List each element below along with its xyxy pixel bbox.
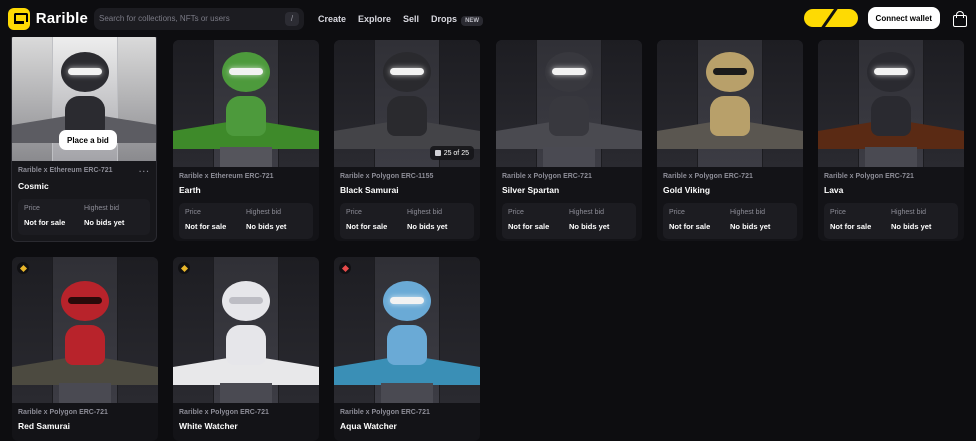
price-box: Price Not for sale Highest bid No bids yet (502, 203, 636, 239)
nft-name: Cosmic (18, 181, 49, 191)
copies-icon (434, 150, 441, 156)
new-badge: NEW (461, 15, 484, 26)
highest-bid-label: Highest bid (891, 209, 927, 216)
nft-name: Silver Spartan (502, 185, 560, 195)
nft-name: Black Samurai (340, 185, 399, 195)
nft-name: Aqua Watcher (340, 421, 397, 431)
collection-label: Rarible x Polygon ERC-721 (179, 409, 269, 416)
price-label: Price (185, 209, 201, 216)
rarible-logo-icon (8, 7, 30, 30)
price-value: Not for sale (185, 222, 227, 231)
price-value: Not for sale (669, 222, 711, 231)
edition-count: 25 of 25 (443, 149, 469, 157)
nft-card-white-watcher[interactable]: Rarible x Polygon ERC-721 White Watcher (173, 257, 319, 441)
highest-bid-value: No bids yet (569, 222, 610, 231)
highest-bid-label: Highest bid (407, 209, 443, 216)
nft-image (818, 40, 964, 167)
nav-sell[interactable]: Sell (403, 14, 419, 24)
highest-bid-label: Highest bid (84, 205, 120, 212)
collection-label: Rarible x Polygon ERC-721 (663, 173, 753, 180)
collection-label: Rarible x Polygon ERC-721 (340, 409, 430, 416)
price-box: Price Not for sale Highest bid No bids yet (824, 203, 958, 239)
logo-text: Rarible (35, 10, 88, 27)
collection-label: Rarible x Polygon ERC-1155 (340, 173, 434, 180)
highest-bid-value: No bids yet (246, 222, 287, 231)
place-bid-button[interactable]: Place a bid (59, 130, 117, 150)
network-toggle[interactable] (803, 9, 858, 27)
nft-card-aqua-watcher[interactable]: Rarible x Polygon ERC-721 Aqua Watcher (334, 257, 480, 441)
main-nav: Create Explore Sell Drops NEW (318, 13, 484, 26)
price-box: Price Not for sale Highest bid No bids yet (18, 199, 150, 235)
more-options-icon[interactable]: ··· (139, 167, 150, 176)
highest-bid-label: Highest bid (569, 209, 605, 216)
nft-card-cosmic[interactable]: Place a bid Rarible x Ethereum ERC-721 ··… (11, 33, 157, 242)
collection-label: Rarible x Polygon ERC-721 (824, 173, 914, 180)
search-input[interactable] (99, 14, 285, 23)
price-value: Not for sale (508, 222, 550, 231)
nft-image (334, 257, 480, 403)
nav-drops[interactable]: Drops NEW (431, 13, 484, 26)
top-header: Rarible / Create Explore Sell DropsNEW C… (0, 0, 976, 37)
creator-badge-icon (339, 262, 351, 274)
search-bar[interactable]: / (94, 7, 304, 30)
nav-drops-label: Drops (431, 13, 458, 24)
nft-card-earth[interactable]: Rarible x Ethereum ERC-721 Earth Price No… (173, 40, 319, 241)
collection-label: Rarible x Polygon ERC-721 (502, 173, 592, 180)
nft-image (173, 257, 319, 403)
highest-bid-value: No bids yet (407, 222, 448, 231)
highest-bid-value: No bids yet (84, 218, 125, 227)
price-label: Price (669, 209, 685, 216)
nav-create[interactable]: Create (318, 14, 346, 24)
price-label: Price (830, 209, 846, 216)
nft-name: White Watcher (179, 421, 238, 431)
collection-label: Rarible x Ethereum ERC-721 (18, 167, 113, 174)
nft-card-silver-spartan[interactable]: Rarible x Polygon ERC-721 Silver Spartan… (496, 40, 642, 241)
nav-explore[interactable]: Explore (358, 14, 391, 24)
nft-name: Lava (824, 185, 844, 195)
creator-badge-icon (17, 262, 29, 274)
nft-image (496, 40, 642, 167)
creator-badge-icon (178, 262, 190, 274)
price-label: Price (508, 209, 524, 216)
nft-card-lava[interactable]: Rarible x Polygon ERC-721 Lava Price Not … (818, 40, 964, 241)
collection-label: Rarible x Ethereum ERC-721 (179, 173, 274, 180)
search-shortcut-key: / (285, 11, 299, 26)
nft-name: Red Samurai (18, 421, 70, 431)
price-value: Not for sale (346, 222, 388, 231)
rarible-logo[interactable]: Rarible (8, 7, 88, 30)
price-box: Price Not for sale Highest bid No bids yet (663, 203, 797, 239)
highest-bid-label: Highest bid (730, 209, 766, 216)
edition-badge: 25 of 25 (429, 146, 474, 160)
nft-image (12, 257, 158, 403)
header-actions: Connect wallet (803, 7, 968, 29)
price-value: Not for sale (24, 218, 66, 227)
nft-card-red-samurai[interactable]: Rarible x Polygon ERC-721 Red Samurai (12, 257, 158, 441)
nft-name: Gold Viking (663, 185, 711, 195)
nft-image (173, 40, 319, 167)
highest-bid-label: Highest bid (246, 209, 282, 216)
nft-image: 25 of 25 (334, 40, 480, 167)
shopping-bag-icon[interactable] (950, 8, 968, 28)
highest-bid-value: No bids yet (891, 222, 932, 231)
price-box: Price Not for sale Highest bid No bids yet (340, 203, 474, 239)
price-label: Price (346, 209, 362, 216)
nft-name: Earth (179, 185, 201, 195)
price-value: Not for sale (830, 222, 872, 231)
highest-bid-value: No bids yet (730, 222, 771, 231)
nft-card-black-samurai[interactable]: 25 of 25 Rarible x Polygon ERC-1155 Blac… (334, 40, 480, 241)
collection-label: Rarible x Polygon ERC-721 (18, 409, 108, 416)
price-box: Price Not for sale Highest bid No bids yet (179, 203, 313, 239)
nft-image: Place a bid (12, 34, 156, 161)
nft-card-gold-viking[interactable]: Rarible x Polygon ERC-721 Gold Viking Pr… (657, 40, 803, 241)
price-label: Price (24, 205, 40, 212)
connect-wallet-button[interactable]: Connect wallet (867, 7, 940, 29)
nft-image (657, 40, 803, 167)
